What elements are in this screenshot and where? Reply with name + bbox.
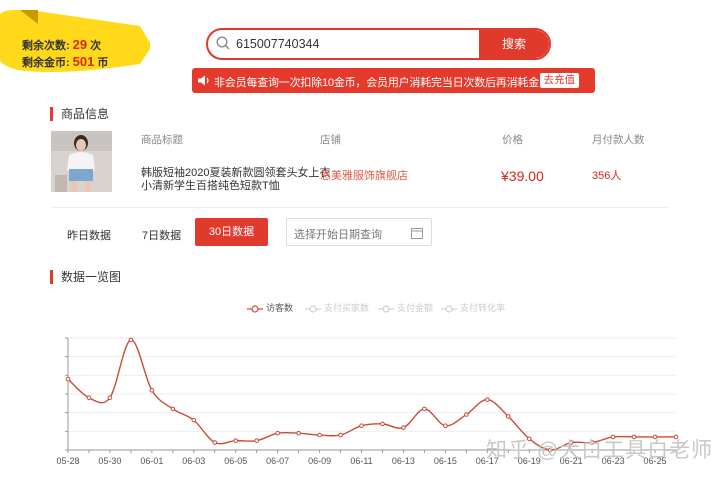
data-point [212, 440, 218, 445]
visitor-line-chart: 05-28 05-30 06-01 06-03 06-05 06-07 06-09 06-11… [56, 337, 679, 466]
x-tick-label: 06-15 [434, 456, 457, 466]
data-point [338, 432, 343, 438]
x-tick-label: 06-03 [182, 456, 205, 466]
x-tick-label: 06-01 [140, 456, 163, 466]
x-tick-label: 06-09 [308, 456, 331, 466]
data-point [317, 432, 322, 438]
data-point [485, 397, 490, 402]
x-tick-label: 06-07 [266, 456, 289, 466]
x-tick-label: 05-28 [56, 456, 79, 466]
data-point [275, 430, 280, 436]
data-point [107, 395, 113, 401]
data-point [443, 423, 448, 429]
data-point [149, 387, 155, 393]
x-tick-label: 06-11 [350, 456, 372, 466]
data-point [254, 438, 259, 443]
data-point [380, 421, 385, 427]
watermark: 知乎 @大白工具白老师 [486, 439, 714, 462]
data-point [86, 395, 92, 401]
data-point [359, 423, 364, 429]
x-tick-label: 06-13 [392, 456, 415, 466]
data-point [170, 406, 176, 412]
data-point [65, 376, 71, 382]
data-point [296, 430, 301, 436]
data-point [233, 438, 239, 443]
data-point [505, 414, 511, 419]
data-point [191, 417, 197, 423]
data-point [422, 406, 427, 412]
data-point [464, 412, 469, 417]
data-point [401, 425, 406, 430]
x-tick-label: 06-05 [224, 456, 247, 466]
data-point [128, 337, 134, 343]
x-tick-label: 05-30 [98, 456, 121, 466]
